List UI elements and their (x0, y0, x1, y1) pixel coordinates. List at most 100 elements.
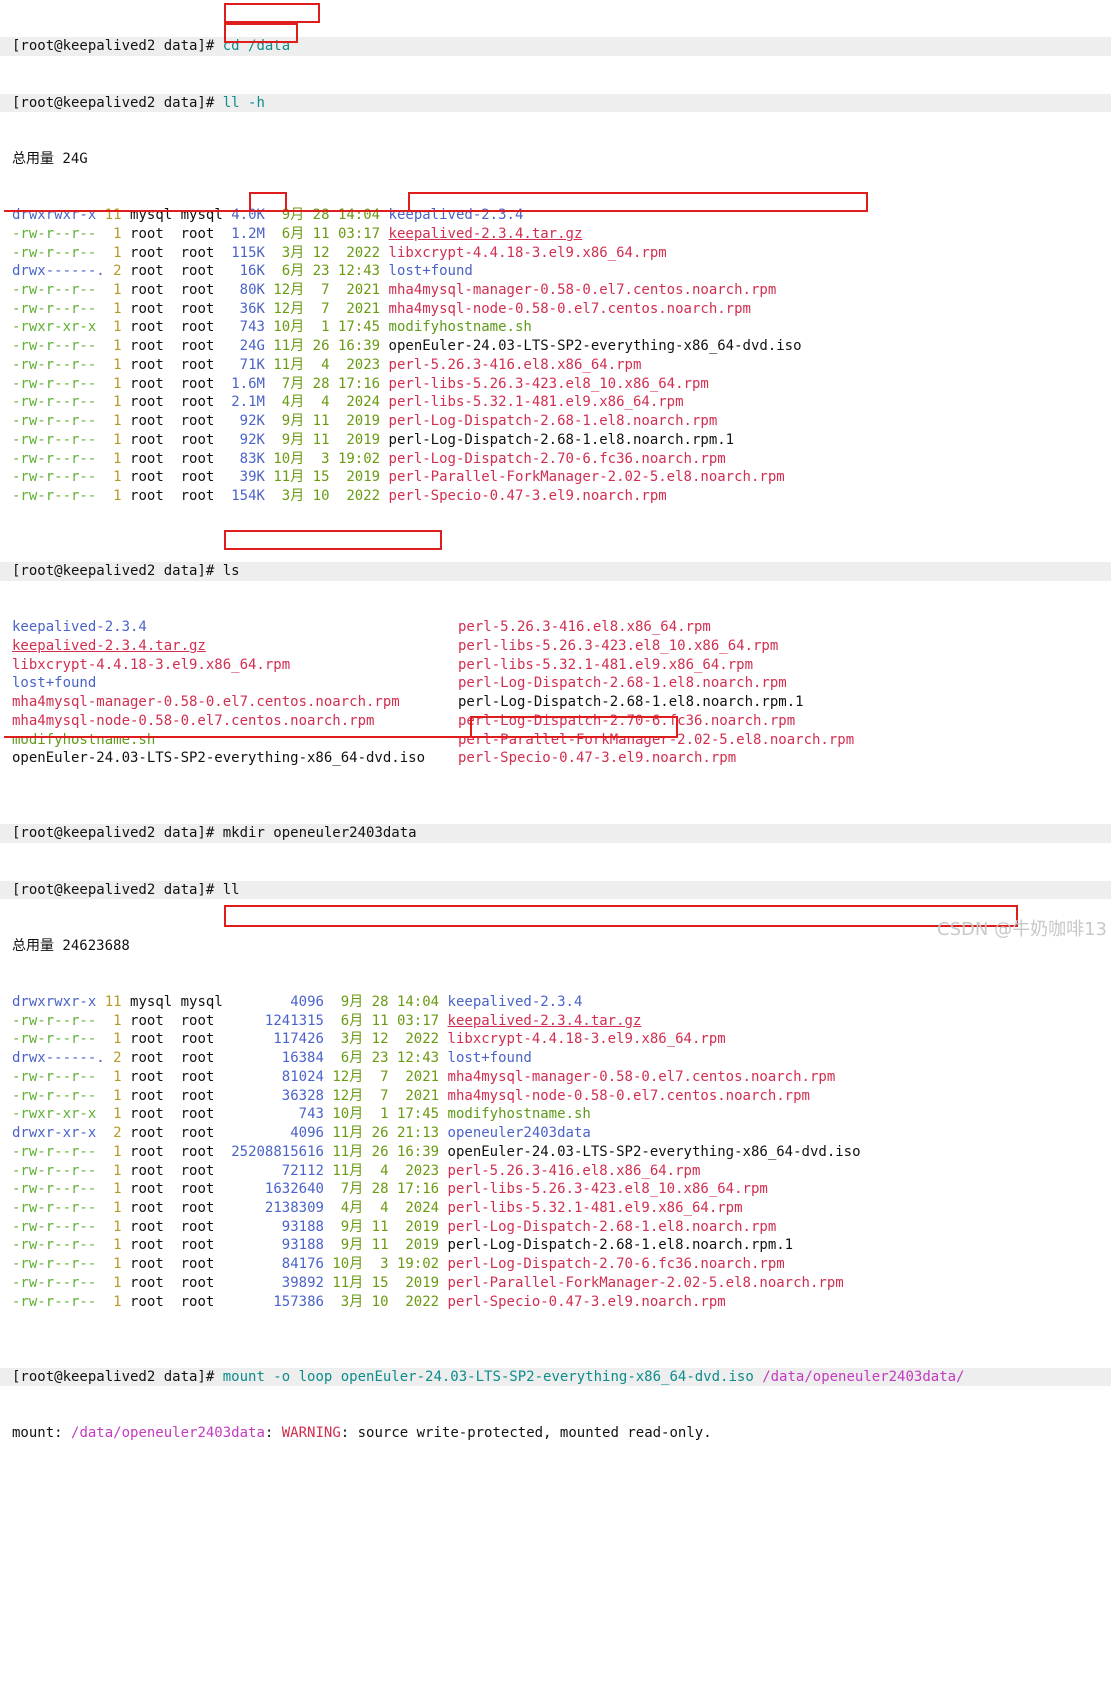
link-count: 1 (96, 1162, 122, 1179)
file-date: 11月 26 21:13 (332, 1125, 440, 1142)
link-count: 1 (96, 431, 122, 448)
file-name: keepalived-2.3.4 (447, 993, 583, 1010)
listing-row: drwxr-xr-x 2 root root 4096 11月 26 21:13… (12, 1124, 1111, 1143)
file-owner: root (130, 1200, 173, 1216)
file-permissions: -rw-r--r-- (12, 338, 97, 355)
file-date: 11月 4 2023 (273, 356, 381, 373)
file-date: 12月 7 2021 (273, 300, 381, 317)
file-owner: root (130, 1087, 173, 1104)
file-date: 11月 4 2023 (332, 1162, 440, 1179)
file-permissions: drwxrwxr-x (12, 993, 97, 1010)
file-size: 39892 (222, 1274, 324, 1291)
file-name: openeuler2403data (447, 1125, 591, 1142)
file-owner: root (130, 375, 173, 392)
file-name: keepalived-2.3.4 (12, 619, 147, 636)
file-date: 4月 4 2024 (273, 394, 381, 411)
file-name: keepalived-2.3.4.tar.gz (12, 637, 206, 654)
file-date: 12月 7 2021 (273, 282, 381, 299)
file-owner: root (130, 1143, 173, 1160)
file-permissions: -rw-r--r-- (12, 282, 97, 299)
file-owner: root (130, 1031, 173, 1048)
file-permissions: -rw-r--r-- (12, 394, 97, 411)
terminal-window[interactable]: [root@keepalived2 data]# cd /data [root@… (0, 0, 1111, 1441)
listing-row: -rw-r--r-- 1 root root 81024 12月 7 2021 … (12, 1068, 1111, 1087)
file-owner: root (130, 450, 173, 467)
file-permissions: -rw-r--r-- (12, 413, 97, 430)
listing-row: -rw-r--r-- 1 root root 71K 11月 4 2023 pe… (12, 356, 1111, 375)
file-owner: root (130, 1162, 173, 1179)
link-count: 2 (96, 1125, 122, 1142)
file-permissions: -rw-r--r-- (12, 1087, 97, 1104)
link-count: 1 (96, 1068, 122, 1085)
file-size: 1.2M (222, 225, 265, 242)
ls-column-left: keepalived-2.3.4 keepalived-2.3.4.tar.gz l… (12, 618, 458, 768)
link-count: 1 (96, 300, 122, 317)
ls-column-right: perl-5.26.3-416.el8.x86_64.rpm perl-libs-… (458, 618, 854, 768)
file-group: root (180, 1068, 223, 1085)
listing-row: -rw-r--r-- 1 root root 84176 10月 3 19:02… (12, 1255, 1111, 1274)
file-name: perl-Specio-0.47-3.el9.noarch.rpm (447, 1293, 726, 1310)
highlight-cd (224, 3, 320, 23)
file-date: 7月 28 17:16 (332, 1181, 440, 1198)
prompt: [root@keepalived2 data]# (12, 825, 215, 842)
file-name: perl-5.26.3-416.el8.x86_64.rpm (388, 356, 642, 373)
ls-output: keepalived-2.3.4 keepalived-2.3.4.tar.gz l… (12, 618, 1111, 768)
listing-row: -rw-r--r-- 1 root root 2138309 4月 4 2024… (12, 1199, 1111, 1218)
ls-item: perl-Parallel-ForkManager-2.02-5.el8.noa… (458, 731, 854, 750)
link-count: 11 (96, 993, 122, 1010)
file-size: 743 (222, 319, 265, 336)
file-group: root (180, 375, 223, 392)
file-name: perl-Log-Dispatch-2.68-1.el8.noarch.rpm (388, 413, 718, 430)
highlight-mkdir (224, 530, 442, 550)
listing-row: -rw-r--r-- 1 root root 157386 3月 10 2022… (12, 1293, 1111, 1312)
file-permissions: -rw-r--r-- (12, 356, 97, 373)
file-owner: root (130, 338, 173, 355)
listing-row: -rw-r--r-- 1 root root 1.6M 7月 28 17:16 … (12, 375, 1111, 394)
file-name: perl-Parallel-ForkManager-2.02-5.el8.noa… (458, 731, 855, 748)
file-date: 10月 3 19:02 (332, 1256, 440, 1273)
listing-row: -rw-r--r-- 1 root root 36328 12月 7 2021 … (12, 1087, 1111, 1106)
file-size: 81024 (222, 1068, 324, 1085)
file-name: perl-libs-5.26.3-423.el8_10.x86_64.rpm (458, 637, 779, 654)
file-size: 92K (222, 431, 265, 448)
file-date: 9月 28 14:04 (273, 207, 381, 224)
file-size: 157386 (222, 1293, 324, 1310)
file-group: root (180, 282, 223, 299)
link-count: 1 (96, 1181, 122, 1198)
file-owner: root (130, 431, 173, 448)
prompt: [root@keepalived2 data]# (12, 563, 215, 580)
file-date: 3月 12 2022 (332, 1031, 440, 1048)
ls-item: perl-Log-Dispatch-2.70-6.fc36.noarch.rpm (458, 712, 854, 731)
file-name: keepalived-2.3.4.tar.gz (447, 1012, 642, 1029)
file-group: root (180, 356, 223, 373)
link-count: 1 (96, 488, 122, 505)
command-mount: mount -o loop openEuler-24.03-LTS-SP2-ev… (222, 1368, 754, 1385)
file-permissions: drwx------. (12, 1050, 105, 1067)
listing-row: -rw-r--r-- 1 root root 154K 3月 10 2022 p… (12, 487, 1111, 506)
file-permissions: -rw-r--r-- (12, 1181, 97, 1198)
file-owner: root (130, 300, 173, 317)
file-permissions: -rw-r--r-- (12, 375, 97, 392)
file-name: perl-libs-5.32.1-481.el9.x86_64.rpm (458, 656, 754, 673)
ls-item: keepalived-2.3.4.tar.gz (12, 637, 458, 656)
file-name: perl-Log-Dispatch-2.68-1.el8.noarch.rpm (447, 1218, 777, 1235)
file-date: 3月 10 2022 (273, 488, 381, 505)
listing-row: -rw-r--r-- 1 root root 2.1M 4月 4 2024 pe… (12, 393, 1111, 412)
total-line-1: 总用量 24G (12, 150, 88, 167)
file-date: 6月 11 03:17 (273, 225, 381, 242)
link-count: 1 (96, 450, 122, 467)
file-permissions: -rwxr-xr-x (12, 1106, 97, 1123)
file-size: 36328 (222, 1087, 324, 1104)
file-owner: root (130, 244, 173, 261)
file-name: lost+found (388, 263, 473, 280)
file-name: perl-Log-Dispatch-2.70-6.fc36.noarch.rpm (458, 712, 796, 729)
file-size: 16K (222, 263, 265, 280)
file-name: lost+found (12, 675, 97, 692)
listing-row: -rw-r--r-- 1 root root 92K 9月 11 2019 pe… (12, 412, 1111, 431)
prompt-line-mount: [root@keepalived2 data]# mount -o loop o… (0, 1367, 1111, 1387)
listing-row: -rw-r--r-- 1 root root 80K 12月 7 2021 mh… (12, 281, 1111, 300)
mount-message-path: /data/openeuler2403data (71, 1424, 265, 1441)
file-owner: root (130, 356, 173, 373)
file-group: root (180, 225, 223, 242)
file-group: root (180, 1012, 223, 1029)
